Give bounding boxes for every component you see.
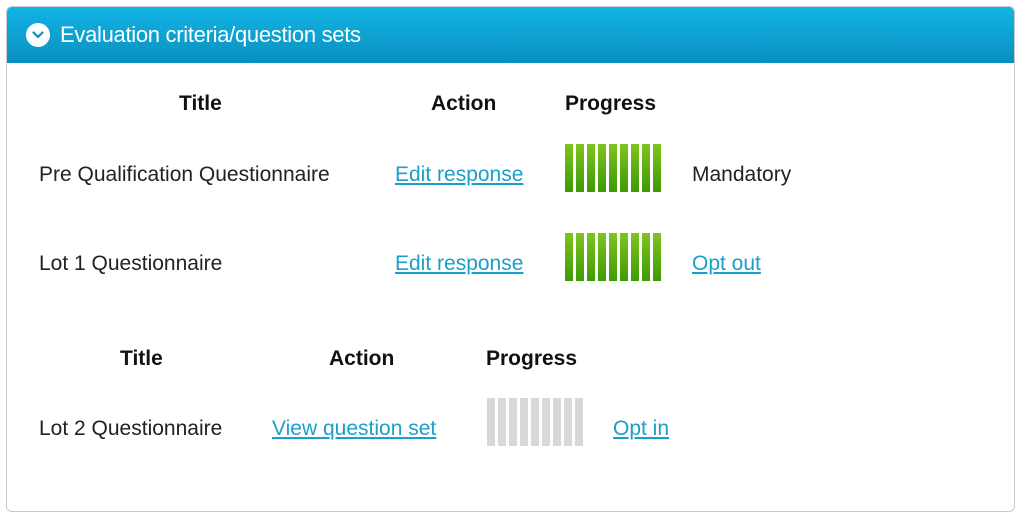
progress-segment [542, 398, 550, 446]
progress-bar [565, 144, 661, 192]
progress-segment [531, 398, 539, 446]
opt-in-link[interactable]: Opt in [613, 417, 669, 441]
progress-segment [642, 233, 650, 281]
progress-segment [653, 233, 661, 281]
progress-segment [520, 398, 528, 446]
table2-header-action: Action [329, 347, 395, 370]
table1-header-progress: Progress [565, 92, 657, 115]
mandatory-label: Mandatory [692, 163, 792, 186]
progress-segment [631, 144, 639, 192]
panel-title: Evaluation criteria/question sets [60, 22, 361, 47]
progress-segment [587, 233, 595, 281]
row-title: Lot 2 Questionnaire [39, 417, 223, 440]
progress-segment [620, 144, 628, 192]
table2-header-title: Title [120, 347, 163, 370]
opt-out-link[interactable]: Opt out [692, 252, 761, 276]
progress-segment [487, 398, 495, 446]
progress-segment [576, 233, 584, 281]
panel-header[interactable]: Evaluation criteria/question sets [7, 7, 1014, 63]
progress-segment [576, 144, 584, 192]
row-title: Pre Qualification Questionnaire [39, 163, 330, 186]
table2-header-progress: Progress [486, 347, 578, 370]
progress-segment [642, 144, 650, 192]
progress-segment [575, 398, 583, 446]
chevron-down-icon[interactable] [26, 23, 50, 47]
progress-segment [509, 398, 517, 446]
progress-segment [653, 144, 661, 192]
table1-header-action: Action [431, 92, 497, 115]
progress-segment [631, 233, 639, 281]
progress-segment [598, 233, 606, 281]
edit-response-link[interactable]: Edit response [395, 163, 523, 187]
progress-segment [620, 233, 628, 281]
progress-segment [553, 398, 561, 446]
progress-bar [487, 398, 583, 446]
view-question-set-link[interactable]: View question set [272, 417, 436, 441]
progress-segment [564, 398, 572, 446]
table1-header-title: Title [179, 92, 222, 115]
progress-segment [587, 144, 595, 192]
progress-segment [609, 233, 617, 281]
row-title: Lot 1 Questionnaire [39, 252, 223, 275]
progress-segment [609, 144, 617, 192]
progress-bar [565, 233, 661, 281]
progress-segment [498, 398, 506, 446]
progress-segment [598, 144, 606, 192]
progress-segment [565, 233, 573, 281]
edit-response-link[interactable]: Edit response [395, 252, 523, 276]
progress-segment [565, 144, 573, 192]
